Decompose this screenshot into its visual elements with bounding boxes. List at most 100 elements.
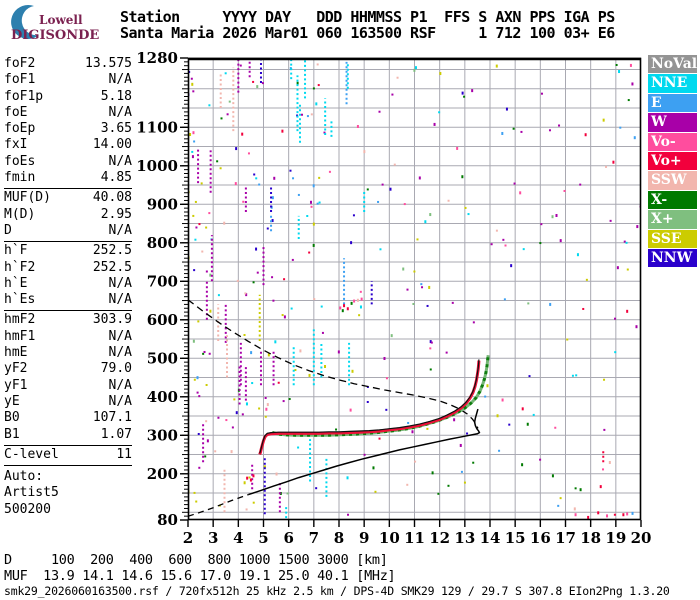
muf-table: D 100 200 400 600 800 1000 1500 3000 [km… [4, 552, 396, 584]
autoscaling-info: Auto: Artist5 500200 [4, 466, 132, 518]
param-label: C-level [4, 446, 59, 462]
param-value: 14.00 [92, 137, 132, 153]
param-label: fmin [4, 170, 36, 186]
param-label: B0 [4, 410, 20, 426]
scaled-traces [187, 299, 490, 517]
param-value: N/A [108, 377, 132, 393]
x-axis-label: 14 [480, 529, 501, 547]
x-axis-label: 10 [379, 529, 400, 547]
param-value: N/A [108, 292, 132, 308]
param-label: hmF2 [4, 312, 36, 328]
x-axis-label: 5 [258, 529, 268, 547]
param-label: h`F [4, 243, 28, 259]
legend-item-x: X- [648, 190, 697, 210]
param-value: 13.575 [85, 56, 132, 71]
y-axis-label: 600 [147, 311, 178, 329]
param-value: 11 [116, 446, 132, 462]
x-axis-label: 2 [183, 529, 193, 547]
param-group: foF2 13.575 foF1 N/A foF1p 5.18 foE N/A foEp 3.65… [4, 51, 132, 190]
profile-extrapolated [187, 493, 249, 517]
logo-digisonde-text: DIGISONDE [11, 28, 100, 43]
header-column-labels: Station YYYY DAY DDD HHMMSS P1 FFS S AXN… [120, 8, 615, 26]
param-group: h`F 252.5 h`F2 252.5 h`E N/A h`Es N/A [4, 242, 132, 312]
y-axis-label: 700 [147, 272, 178, 290]
ionogram-screen: Lowell DIGISONDE Station YYYY DAY DDD HH… [0, 0, 700, 600]
x-axis-label: 18 [580, 529, 601, 547]
param-value: 303.9 [92, 312, 132, 328]
x-axis-label: 15 [505, 529, 526, 547]
param-label: yF1 [4, 377, 28, 393]
x-axis-label: 11 [404, 529, 425, 547]
param-label: B1 [4, 426, 20, 442]
legend-item-sse: SSE [648, 229, 697, 248]
x-trace [271, 355, 490, 437]
autoscaling-line: Auto: [4, 469, 44, 485]
param-row-MD: M(D) 2.95 [4, 207, 132, 223]
x-axis-label: 13 [454, 529, 475, 547]
header-station-values: Santa Maria 2026 Mar01 060 163500 RSF 1 … [120, 24, 615, 42]
param-row-fmin: fmin 4.85 [4, 170, 132, 186]
param-row-hE: h`E N/A [4, 276, 132, 292]
param-value: 1.07 [100, 426, 132, 442]
param-row-hmF1: hmF1 N/A [4, 329, 132, 345]
param-value: N/A [108, 328, 132, 344]
param-row-B1: B1 1.07 [4, 427, 132, 443]
y-axis-label: 500 [147, 349, 178, 367]
param-label: hmF1 [4, 328, 36, 344]
y-axis-label: 1280 [136, 49, 178, 67]
param-value: 5.18 [100, 88, 132, 104]
param-value: 3.65 [100, 121, 132, 137]
param-label: foF1p [4, 88, 44, 104]
x-axis-label: 20 [631, 529, 652, 547]
footer-status-line: smk29_2026060163500.rsf / 720fx512h 25 k… [4, 584, 670, 598]
parameter-panel: foF2 13.575 foF1 N/A foF1p 5.18 foE N/A foEp 3.65… [4, 51, 132, 518]
param-value: 4.85 [100, 170, 132, 186]
param-row-hF2: h`F2 252.5 [4, 260, 132, 276]
param-value: 252.5 [92, 243, 132, 259]
y-axis-label: 800 [147, 234, 178, 252]
x-axis-label: 16 [530, 529, 551, 547]
param-row-foF1: foF1 N/A [4, 72, 132, 88]
y-axis-label: 900 [147, 195, 178, 213]
ionogram-canvas: 80 200 300 400 500 600 700 800 900 1000 1100 1280 2 3… [136, 49, 651, 547]
x-axis-label: 19 [605, 529, 626, 547]
autoscaling-line: Artist5 [4, 485, 59, 501]
direction-legend: NoVal NNE E W Vo- Vo+ SSW X- X+ SSE NNW [648, 55, 697, 268]
param-row-B0: B0 107.1 [4, 410, 132, 426]
legend-item-e: E [648, 93, 697, 113]
param-row-foEp: foEp 3.65 [4, 121, 132, 137]
x-axis-label: 4 [233, 529, 243, 547]
x-axis-label: 17 [555, 529, 576, 547]
param-label: h`F2 [4, 259, 36, 275]
legend-item-noval: NoVal [648, 55, 697, 74]
y-axis-label: 80 [157, 511, 178, 529]
param-label: foEs [4, 153, 36, 169]
param-row-hF: h`F 252.5 [4, 243, 132, 259]
param-value: 107.1 [92, 410, 132, 426]
d-distance-row: D 100 200 400 600 800 1000 1500 3000 [km… [4, 552, 388, 568]
legend-item-vo: Vo- [648, 132, 697, 151]
grid-lines [188, 58, 641, 520]
param-label: foE [4, 104, 28, 120]
param-value: N/A [108, 345, 132, 361]
param-value: N/A [108, 393, 132, 409]
param-row-yF1: yF1 N/A [4, 378, 132, 394]
param-value: 2.95 [100, 206, 132, 222]
param-label: yE [4, 393, 20, 409]
x-axis-label: 8 [334, 529, 344, 547]
param-value: N/A [108, 222, 132, 238]
muf-values-row: MUF 13.9 14.1 14.6 15.6 17.0 19.1 25.0 4… [4, 567, 396, 584]
param-row-foEs: foEs N/A [4, 154, 132, 170]
param-label: M(D) [4, 206, 36, 222]
param-row-fxI: fxI 14.00 [4, 137, 132, 153]
x-axis-label: 9 [359, 529, 369, 547]
muf-transmission-curve [187, 299, 479, 429]
param-row-hmE: hmE N/A [4, 345, 132, 361]
param-label: foF2 [4, 56, 36, 71]
x-axis-label: 3 [208, 529, 218, 547]
param-row-foF2: foF2 13.575 [4, 56, 132, 72]
param-label: MUF(D) [4, 190, 51, 206]
param-value: N/A [108, 72, 132, 88]
param-value: N/A [108, 104, 132, 120]
param-row-foE: foE N/A [4, 105, 132, 121]
